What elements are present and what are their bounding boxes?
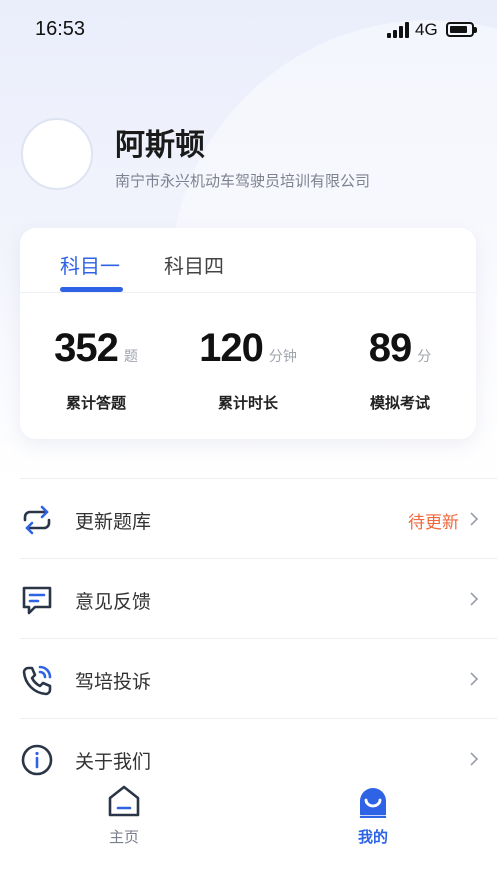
stat-value: 89 (368, 326, 412, 370)
stat-total-time: 120 分钟 累计时长 (172, 326, 324, 413)
update-status: 待更新 (408, 513, 459, 533)
network-type: 4G (415, 20, 438, 39)
avatar[interactable] (21, 118, 93, 190)
user-name: 阿斯顿 (115, 128, 205, 163)
stat-value: 120 (199, 326, 264, 370)
signal-icon (387, 22, 411, 38)
stat-label: 累计答题 (65, 394, 126, 412)
chevron-right-icon (470, 672, 479, 686)
user-organization: 南宁市永兴机动车驾驶员培训有限公司 (115, 172, 371, 190)
stat-total-questions: 352 题 累计答题 (20, 326, 172, 413)
nav-home[interactable]: 主页 (64, 776, 184, 856)
phone-complaint-icon (22, 665, 52, 696)
stat-value: 352 (54, 326, 119, 370)
menu-label: 驾培投诉 (75, 671, 152, 693)
info-icon (21, 744, 53, 776)
menu-label: 关于我们 (75, 751, 152, 773)
stat-label: 模拟考试 (369, 394, 430, 412)
chevron-right-icon (470, 512, 479, 526)
tab-subject-one[interactable]: 科目一 (60, 250, 120, 279)
stat-label: 累计时长 (217, 394, 278, 412)
stat-mock-exam: 89 分 模拟考试 (324, 326, 476, 413)
battery-icon (446, 22, 477, 37)
menu-item-complaint[interactable]: 驾培投诉 (20, 638, 497, 718)
status-time: 16:53 (35, 18, 86, 40)
feedback-icon (22, 586, 52, 615)
stats-card: 科目一 科目四 352 题 累计答题 120 分钟 累计时长 89 分 模拟考试 (20, 228, 476, 439)
profile-face-icon (359, 788, 387, 818)
bottom-navigation: 主页 我的 (0, 776, 497, 883)
subject-tabs: 科目一 科目四 (20, 228, 476, 293)
settings-menu: 更新题库 待更新 意见反馈 驾培投诉 关于我们 (20, 478, 497, 798)
nav-label: 我的 (357, 828, 388, 846)
active-tab-indicator (60, 287, 123, 292)
nav-mine[interactable]: 我的 (313, 776, 433, 856)
menu-label: 意见反馈 (75, 591, 152, 613)
chevron-right-icon (470, 752, 479, 766)
home-icon (108, 785, 140, 817)
menu-item-feedback[interactable]: 意见反馈 (20, 558, 497, 638)
stat-unit: 分 (417, 349, 432, 365)
nav-label: 主页 (108, 828, 139, 846)
refresh-icon (23, 505, 51, 535)
menu-item-update-question-bank[interactable]: 更新题库 待更新 (20, 478, 497, 558)
stat-unit: 题 (123, 349, 138, 365)
stat-unit: 分钟 (268, 349, 297, 365)
tab-subject-four[interactable]: 科目四 (164, 250, 224, 279)
chevron-right-icon (470, 592, 479, 606)
menu-label: 更新题库 (75, 511, 152, 533)
status-bar: 16:53 4G (0, 0, 497, 60)
